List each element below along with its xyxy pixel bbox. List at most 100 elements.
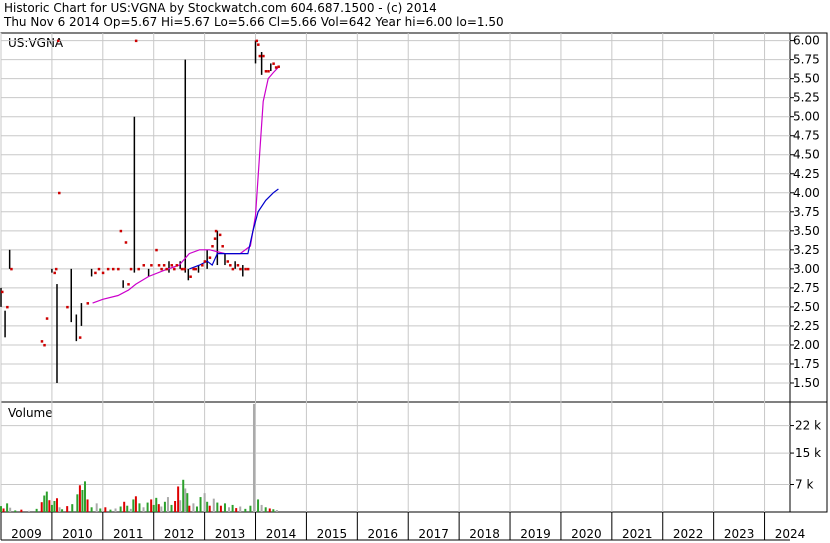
price-point (239, 267, 242, 271)
volume-bar (86, 499, 89, 512)
x-tick-label: 2011 (113, 527, 144, 541)
x-tick-label: 2013 (215, 527, 246, 541)
price-point (255, 39, 259, 43)
volume-bar (45, 491, 48, 512)
price-point (180, 267, 184, 271)
volume-bar (123, 501, 126, 512)
volume-bar (119, 506, 122, 512)
volume-bar (260, 504, 263, 512)
volume-bar (264, 507, 267, 512)
y-tick-label: 6.00 (793, 34, 820, 48)
price-point (134, 39, 138, 43)
price-point (264, 70, 268, 73)
y-tick-label: 3.00 (793, 262, 820, 276)
x-tick-label: 2012 (164, 527, 195, 541)
volume-panel-title: Volume (8, 406, 53, 420)
price-point (277, 65, 280, 68)
x-tick-label: 2015 (317, 527, 348, 541)
price-point (53, 271, 56, 275)
price-point (119, 229, 123, 233)
y-tick-label: 4.50 (793, 148, 820, 162)
price-point (101, 271, 105, 275)
y-tick-label: 5.00 (793, 110, 820, 124)
price-point (94, 271, 97, 275)
price-point (157, 264, 161, 267)
volume-bar (239, 506, 242, 512)
price-point (40, 340, 44, 343)
volume-bar (53, 501, 56, 512)
volume-bar (157, 504, 160, 512)
volume-bar (208, 505, 211, 512)
volume-bar (126, 505, 129, 512)
stock-chart: US:VGNA Volume 2009 2010 2011 2012 2013 2014 2… (0, 32, 828, 541)
price-point (124, 241, 128, 244)
volume-bar (174, 501, 177, 512)
volume-bar (252, 403, 255, 512)
volume-bar (129, 508, 132, 512)
price-point (86, 302, 90, 305)
volume-bar (35, 508, 38, 512)
volume-bar (163, 501, 166, 512)
volume-y-tick-label: 22 k (795, 419, 821, 433)
volume-bar (195, 506, 198, 512)
x-tick-label: 2016 (368, 527, 399, 541)
price-point (229, 264, 232, 267)
y-tick-label: 2.75 (793, 281, 820, 295)
price-point (258, 54, 262, 58)
price-point (189, 275, 192, 278)
x-tick-label: 2009 (11, 527, 42, 541)
volume-bar (203, 493, 206, 512)
volume-bar (199, 497, 202, 512)
price-point (129, 267, 133, 271)
x-tick-label: 2019 (520, 527, 551, 541)
volume-bar (66, 506, 69, 512)
x-tick-label: 2022 (673, 527, 704, 541)
volume-bar (95, 503, 98, 512)
volume-bar (146, 502, 149, 512)
volume-bar (109, 509, 112, 512)
price-point (54, 267, 58, 271)
price-point (117, 267, 120, 271)
volume-bar (268, 508, 271, 512)
volume-bar (40, 502, 43, 512)
price-point (162, 264, 166, 267)
price-point (226, 260, 230, 263)
price-point (137, 267, 140, 271)
volume-bar (83, 481, 86, 512)
volume-bar (192, 503, 195, 512)
volume-bar (257, 499, 260, 512)
price-point (78, 336, 82, 339)
price-point (262, 54, 265, 58)
volume-bar (160, 506, 163, 512)
volume-bar (55, 498, 58, 512)
price-point (257, 43, 260, 46)
volume-bar (61, 509, 64, 512)
price-point (201, 264, 204, 267)
volume-bar (142, 507, 145, 512)
price-point (221, 245, 224, 248)
price-point (203, 260, 207, 263)
volume-bar (81, 490, 84, 512)
x-tick-label: 2023 (724, 527, 755, 541)
price-point (173, 267, 176, 271)
volume-bar (2, 508, 5, 512)
y-tick-label: 5.75 (793, 53, 820, 67)
volume-bar (188, 505, 191, 512)
price-point (236, 264, 240, 267)
price-point (211, 245, 214, 248)
volume-bar (231, 504, 234, 512)
volume-panel-frame (0, 401, 828, 513)
volume-bar (186, 493, 189, 512)
price-point (272, 62, 275, 65)
price-point (111, 267, 115, 271)
y-tick-label: 5.25 (793, 91, 820, 105)
price-point (6, 305, 9, 309)
price-point (160, 267, 163, 271)
volume-bar (235, 508, 238, 512)
y-tick-label: 1.75 (793, 357, 820, 371)
y-tick-label: 3.75 (793, 205, 820, 219)
volume-bar (212, 498, 215, 512)
y-tick-label: 2.00 (793, 338, 820, 352)
y-tick-label: 3.50 (793, 224, 820, 238)
volume-bar (114, 508, 117, 512)
